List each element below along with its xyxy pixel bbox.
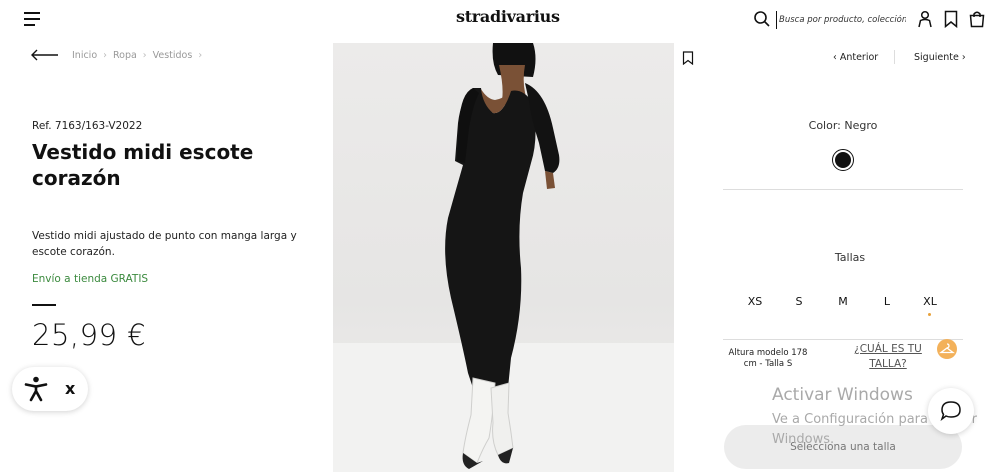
product-image[interactable]	[333, 43, 674, 472]
divider	[723, 189, 963, 190]
size-guide-link[interactable]: ¿CUÁL ES TU TALLA?	[850, 342, 926, 372]
menu-icon[interactable]	[24, 12, 40, 28]
search-icon[interactable]	[753, 10, 771, 28]
logo[interactable]: stradivarius	[456, 7, 560, 26]
low-stock-indicator	[928, 313, 931, 316]
size-option-xs[interactable]: XS	[742, 295, 768, 308]
header: stradivarius	[0, 0, 987, 40]
hanger-icon[interactable]	[937, 339, 957, 359]
chat-icon	[940, 401, 961, 422]
model-photo	[333, 43, 674, 472]
nav-separator	[894, 50, 895, 64]
product-price: 25,99 €	[32, 318, 147, 352]
product-description: Vestido midi ajustado de punto con manga…	[32, 230, 297, 258]
accessibility-close-button[interactable]: x	[65, 379, 75, 398]
sizes-label: Tallas	[834, 251, 866, 264]
wishlist-bookmark-icon[interactable]	[682, 51, 694, 65]
color-swatch-black[interactable]	[832, 149, 854, 171]
product-title: Vestido midi escote corazón	[32, 140, 254, 190]
breadcrumb-item[interactable]: Vestidos	[153, 50, 193, 61]
breadcrumb: Inicio › Ropa › Vestidos ›	[72, 50, 202, 61]
next-label: Siguiente	[914, 52, 959, 63]
chevron-right-icon: ›	[103, 50, 107, 61]
previous-product-link[interactable]: ‹ Anterior	[833, 52, 878, 63]
chat-button[interactable]	[928, 388, 974, 434]
divider	[723, 339, 963, 340]
chevron-right-icon: ›	[958, 52, 966, 63]
previous-label: Anterior	[839, 52, 879, 63]
product-ref: Ref. 7163/163-V2022	[32, 120, 143, 132]
next-product-link[interactable]: Siguiente ›	[914, 52, 966, 63]
search-input[interactable]	[776, 11, 906, 29]
price-divider	[32, 304, 56, 306]
cart-icon[interactable]	[968, 10, 986, 28]
breadcrumb-item[interactable]: Inicio	[72, 50, 97, 61]
breadcrumb-item[interactable]: Ropa	[113, 50, 137, 61]
chevron-left-icon: ‹	[833, 52, 840, 63]
accessibility-icon[interactable]	[24, 376, 48, 402]
windows-activation-title: Activar Windows	[772, 385, 913, 405]
user-icon[interactable]	[916, 10, 934, 28]
size-option-m[interactable]: M	[830, 295, 856, 308]
bookmark-icon[interactable]	[942, 10, 960, 28]
color-label: Color: Negro	[808, 119, 878, 132]
size-option-s[interactable]: S	[786, 295, 812, 308]
shipping-info: Envío a tienda GRATIS	[32, 273, 149, 285]
back-arrow-icon[interactable]	[30, 48, 60, 62]
accessibility-widget: x	[12, 367, 88, 411]
model-info: Altura modelo 178 cm - Talla S	[728, 348, 808, 369]
size-option-l[interactable]: L	[874, 295, 900, 308]
chevron-right-icon: ›	[198, 50, 203, 61]
chevron-right-icon: ›	[142, 50, 147, 61]
size-option-xl[interactable]: XL	[917, 295, 943, 308]
